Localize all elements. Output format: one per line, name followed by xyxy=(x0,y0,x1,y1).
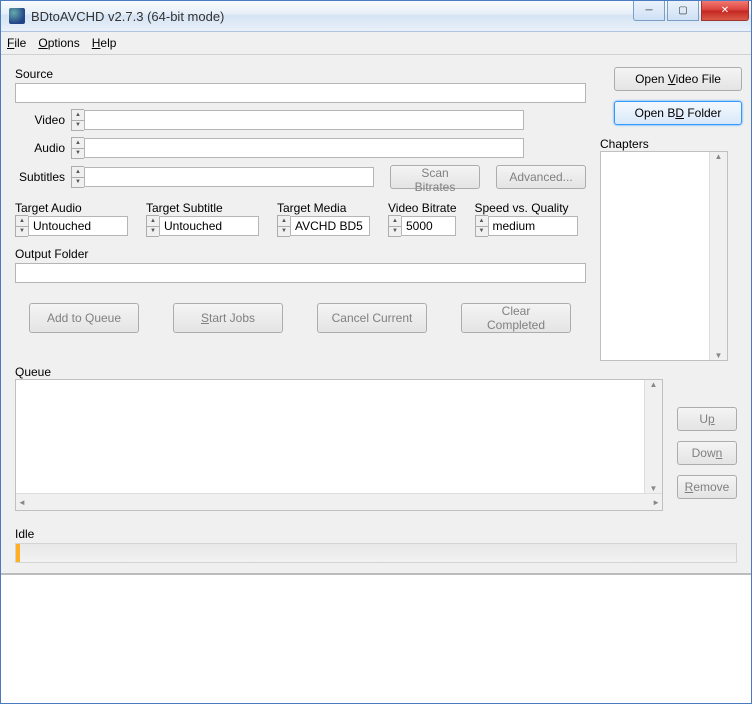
speed-quality-label: Speed vs. Quality xyxy=(475,201,578,215)
target-media-label: Target Media xyxy=(277,201,370,215)
speed-quality-input[interactable] xyxy=(488,216,578,236)
app-icon xyxy=(9,8,25,24)
minimize-button[interactable]: ─ xyxy=(633,1,665,21)
menu-options[interactable]: Options xyxy=(38,36,79,50)
up-button[interactable]: Up xyxy=(677,407,737,431)
client-area: Source Video ▲▼ Audio ▲▼ xyxy=(1,55,751,703)
output-folder-input[interactable] xyxy=(15,263,586,283)
target-subtitle-spinner[interactable]: ▲▼ xyxy=(146,215,159,237)
queue-list[interactable]: ▲▼ ◄► xyxy=(15,379,663,511)
target-media-spinner[interactable]: ▲▼ xyxy=(277,215,290,237)
add-to-queue-button[interactable]: Add to Queue xyxy=(29,303,139,333)
scan-bitrates-button[interactable]: Scan Bitrates xyxy=(390,165,480,189)
target-subtitle-input[interactable] xyxy=(159,216,259,236)
menu-file[interactable]: File xyxy=(7,36,26,50)
target-audio-spinner[interactable]: ▲▼ xyxy=(15,215,28,237)
down-button[interactable]: Down xyxy=(677,441,737,465)
start-jobs-button[interactable]: Start Jobs xyxy=(173,303,283,333)
log-area[interactable] xyxy=(1,573,751,703)
output-folder-label: Output Folder xyxy=(15,247,88,261)
chapters-list[interactable]: ▲▼ xyxy=(600,151,728,361)
source-label: Source xyxy=(15,67,586,81)
target-audio-label: Target Audio xyxy=(15,201,128,215)
open-video-file-button[interactable]: Open Video File xyxy=(614,67,742,91)
video-bitrate-input[interactable] xyxy=(401,216,456,236)
remove-button[interactable]: Remove xyxy=(677,475,737,499)
maximize-button[interactable]: ▢ xyxy=(667,1,699,21)
subtitles-input[interactable] xyxy=(84,167,374,187)
target-media-input[interactable] xyxy=(290,216,370,236)
progress-bar xyxy=(15,543,737,563)
close-button[interactable]: ✕ xyxy=(701,1,749,21)
video-label: Video xyxy=(15,113,65,127)
target-subtitle-label: Target Subtitle xyxy=(146,201,259,215)
audio-spinner[interactable]: ▲▼ xyxy=(71,137,84,159)
source-input[interactable] xyxy=(15,83,586,103)
video-bitrate-label: Video Bitrate xyxy=(388,201,457,215)
menubar: File Options Help xyxy=(1,32,751,55)
audio-label: Audio xyxy=(15,141,65,155)
clear-completed-button[interactable]: Clear Completed xyxy=(461,303,571,333)
cancel-current-button[interactable]: Cancel Current xyxy=(317,303,427,333)
titlebar[interactable]: BDtoAVCHD v2.7.3 (64-bit mode) ─ ▢ ✕ xyxy=(1,1,751,32)
speed-quality-spinner[interactable]: ▲▼ xyxy=(475,215,488,237)
queue-scrollbar-v[interactable]: ▲▼ xyxy=(644,380,662,493)
chapters-label: Chapters xyxy=(600,137,728,151)
chapters-scrollbar[interactable]: ▲▼ xyxy=(709,152,727,360)
subtitles-label: Subtitles xyxy=(15,170,65,184)
open-bd-folder-button[interactable]: Open BD Folder xyxy=(614,101,742,125)
subtitles-spinner[interactable]: ▲▼ xyxy=(71,166,84,188)
advanced-button[interactable]: Advanced... xyxy=(496,165,586,189)
app-window: BDtoAVCHD v2.7.3 (64-bit mode) ─ ▢ ✕ Fil… xyxy=(0,0,752,704)
menu-help[interactable]: Help xyxy=(92,36,117,50)
video-bitrate-spinner[interactable]: ▲▼ xyxy=(388,215,401,237)
queue-scrollbar-h[interactable]: ◄► xyxy=(16,493,662,510)
audio-input[interactable] xyxy=(84,138,524,158)
target-audio-input[interactable] xyxy=(28,216,128,236)
queue-label: Queue xyxy=(15,365,51,379)
window-title: BDtoAVCHD v2.7.3 (64-bit mode) xyxy=(31,9,224,24)
video-input[interactable] xyxy=(84,110,524,130)
status-label: Idle xyxy=(15,527,34,541)
video-spinner[interactable]: ▲▼ xyxy=(71,109,84,131)
